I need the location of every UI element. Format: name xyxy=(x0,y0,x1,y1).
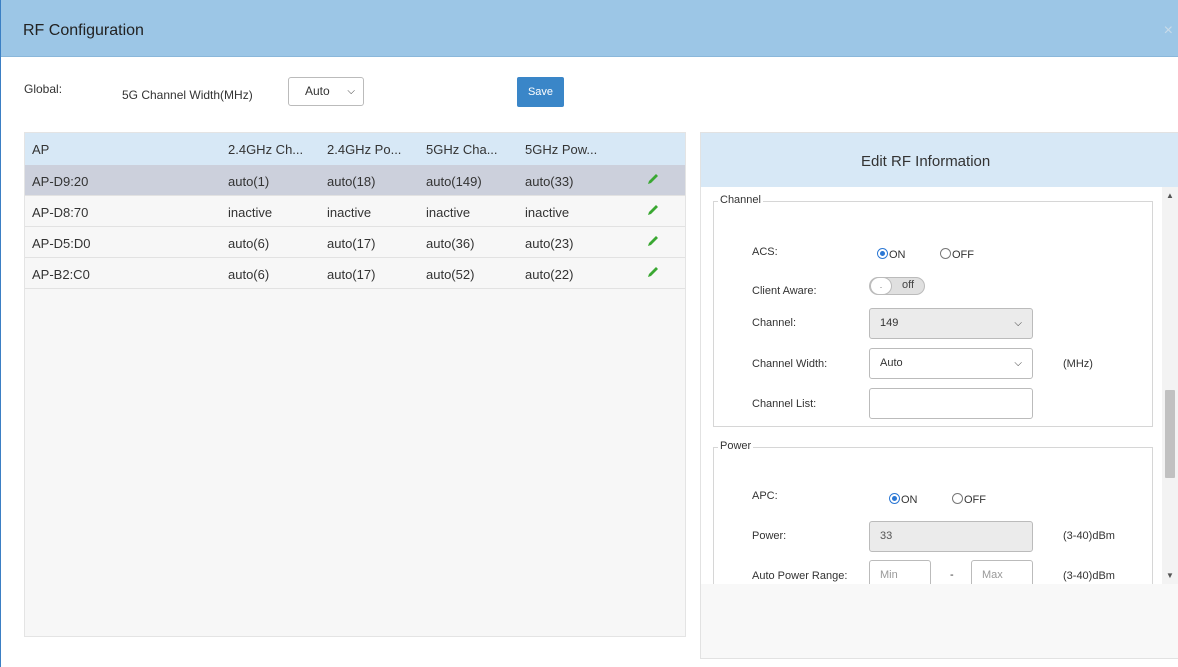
chevron-down-icon: ⌵ xyxy=(347,86,355,97)
auto-power-range-label: Auto Power Range: xyxy=(752,570,848,582)
cell-24ghz-channel: inactive xyxy=(228,205,273,220)
power-unit: (3-40)dBm xyxy=(1063,530,1115,542)
column-header-5ghz-power[interactable]: 5GHz Pow... xyxy=(525,142,597,157)
table-row[interactable]: AP-D9:20 auto(1) auto(18) auto(149) auto… xyxy=(25,165,685,196)
cell-24ghz-power: auto(18) xyxy=(327,174,376,189)
global-channel-width-value: Auto xyxy=(305,84,330,98)
scrollbar-thumb[interactable] xyxy=(1165,390,1175,478)
column-header-24ghz-power[interactable]: 2.4GHz Po... xyxy=(327,142,401,157)
pencil-icon[interactable] xyxy=(646,234,660,248)
power-fieldset: Power APC: ON OFF Power: 33 (3-40)dBm Au… xyxy=(713,440,1153,584)
edit-rf-header: Edit RF Information xyxy=(701,133,1178,187)
cell-5ghz-channel: auto(149) xyxy=(426,174,482,189)
channel-fieldset: Channel ACS: ON OFF Client Aware: . off … xyxy=(713,194,1153,427)
cell-5ghz-power: inactive xyxy=(525,205,570,220)
dialog-title: RF Configuration xyxy=(23,22,144,39)
power-input[interactable]: 33 xyxy=(869,521,1033,552)
client-aware-toggle[interactable]: . off xyxy=(869,277,925,295)
apc-off-label[interactable]: OFF xyxy=(964,494,986,506)
toggle-knob: . xyxy=(870,277,892,295)
scroll-up-icon[interactable]: ▲ xyxy=(1166,191,1174,200)
pencil-icon[interactable] xyxy=(646,172,660,186)
channel-list-input[interactable] xyxy=(869,388,1033,419)
channel-select[interactable]: 149 ⌵ xyxy=(869,308,1033,339)
acs-off-radio[interactable] xyxy=(940,248,951,259)
power-legend: Power xyxy=(718,440,754,452)
table-row[interactable]: AP-D5:D0 auto(6) auto(17) auto(36) auto(… xyxy=(25,227,685,258)
table-row[interactable]: AP-B2:C0 auto(6) auto(17) auto(52) auto(… xyxy=(25,258,685,289)
cell-5ghz-power: auto(22) xyxy=(525,267,574,282)
chevron-down-icon: ⌵ xyxy=(1014,358,1022,369)
column-header-5ghz-channel[interactable]: 5GHz Cha... xyxy=(426,142,498,157)
edit-rf-title: Edit RF Information xyxy=(861,153,991,170)
range-unit: (3-40)dBm xyxy=(1063,570,1115,582)
power-min-input[interactable]: Min xyxy=(869,560,931,584)
dialog-header: RF Configuration × xyxy=(1,0,1178,57)
cell-ap: AP-B2:C0 xyxy=(32,267,90,282)
range-separator: - xyxy=(950,569,954,581)
client-aware-state: off xyxy=(902,279,915,291)
acs-on-radio[interactable] xyxy=(877,248,888,259)
pencil-icon[interactable] xyxy=(646,265,660,279)
cell-5ghz-channel: inactive xyxy=(426,205,471,220)
cell-24ghz-power: auto(17) xyxy=(327,236,376,251)
cell-ap: AP-D5:D0 xyxy=(32,236,91,251)
channel-width-value: Auto xyxy=(880,357,903,369)
global-channel-width-select[interactable]: Auto ⌵ xyxy=(288,77,364,106)
apc-off-radio[interactable] xyxy=(952,493,963,504)
cell-5ghz-power: auto(23) xyxy=(525,236,574,251)
channel-list-label: Channel List: xyxy=(752,398,817,410)
cell-5ghz-channel: auto(36) xyxy=(426,236,475,251)
acs-label: ACS: xyxy=(752,246,778,258)
cell-24ghz-channel: auto(6) xyxy=(228,236,270,251)
chevron-down-icon: ⌵ xyxy=(1014,318,1022,329)
cell-24ghz-channel: auto(1) xyxy=(228,174,270,189)
apc-on-label[interactable]: ON xyxy=(901,494,918,506)
cell-ap: AP-D8:70 xyxy=(32,205,89,220)
channel-width-unit: (MHz) xyxy=(1063,358,1093,370)
power-max-input[interactable]: Max xyxy=(971,560,1033,584)
cell-24ghz-power: auto(17) xyxy=(327,267,376,282)
edit-rf-form[interactable]: Channel ACS: ON OFF Client Aware: . off … xyxy=(701,187,1178,584)
column-header-24ghz-channel[interactable]: 2.4GHz Ch... xyxy=(228,142,303,157)
global-channel-width-label: 5G Channel Width(MHz) xyxy=(122,88,253,102)
cell-5ghz-power: auto(33) xyxy=(525,174,574,189)
apc-on-radio[interactable] xyxy=(889,493,900,504)
acs-on-label[interactable]: ON xyxy=(889,249,906,261)
channel-value: 149 xyxy=(880,317,899,329)
save-button[interactable]: Save xyxy=(517,77,564,107)
power-label: Power: xyxy=(752,530,787,542)
edit-rf-panel: Edit RF Information Channel ACS: ON OFF … xyxy=(700,132,1178,659)
ap-table-header: AP 2.4GHz Ch... 2.4GHz Po... 5GHz Cha...… xyxy=(25,133,685,165)
channel-width-select[interactable]: Auto ⌵ xyxy=(869,348,1033,379)
cell-24ghz-power: inactive xyxy=(327,205,372,220)
pencil-icon[interactable] xyxy=(646,203,660,217)
channel-label: Channel: xyxy=(752,317,797,329)
channel-legend: Channel xyxy=(718,194,763,206)
rf-configuration-dialog: RF Configuration × Global: 5G Channel Wi… xyxy=(0,0,1178,667)
column-header-ap[interactable]: AP xyxy=(32,142,49,157)
table-row[interactable]: AP-D8:70 inactive inactive inactive inac… xyxy=(25,196,685,227)
channel-width-label: Channel Width: xyxy=(752,358,828,370)
cell-24ghz-channel: auto(6) xyxy=(228,267,270,282)
close-icon[interactable]: × xyxy=(1164,22,1173,40)
cell-ap: AP-D9:20 xyxy=(32,174,89,189)
acs-off-label[interactable]: OFF xyxy=(952,249,974,261)
ap-table: AP 2.4GHz Ch... 2.4GHz Po... 5GHz Cha...… xyxy=(24,132,686,637)
client-aware-label: Client Aware: xyxy=(752,285,817,297)
global-label: Global: xyxy=(24,82,63,96)
edit-rf-scrollbar[interactable]: ▲ ▼ xyxy=(1162,187,1178,584)
cell-5ghz-channel: auto(52) xyxy=(426,267,475,282)
scroll-down-icon[interactable]: ▼ xyxy=(1166,571,1174,580)
apc-label: APC: xyxy=(752,490,778,502)
